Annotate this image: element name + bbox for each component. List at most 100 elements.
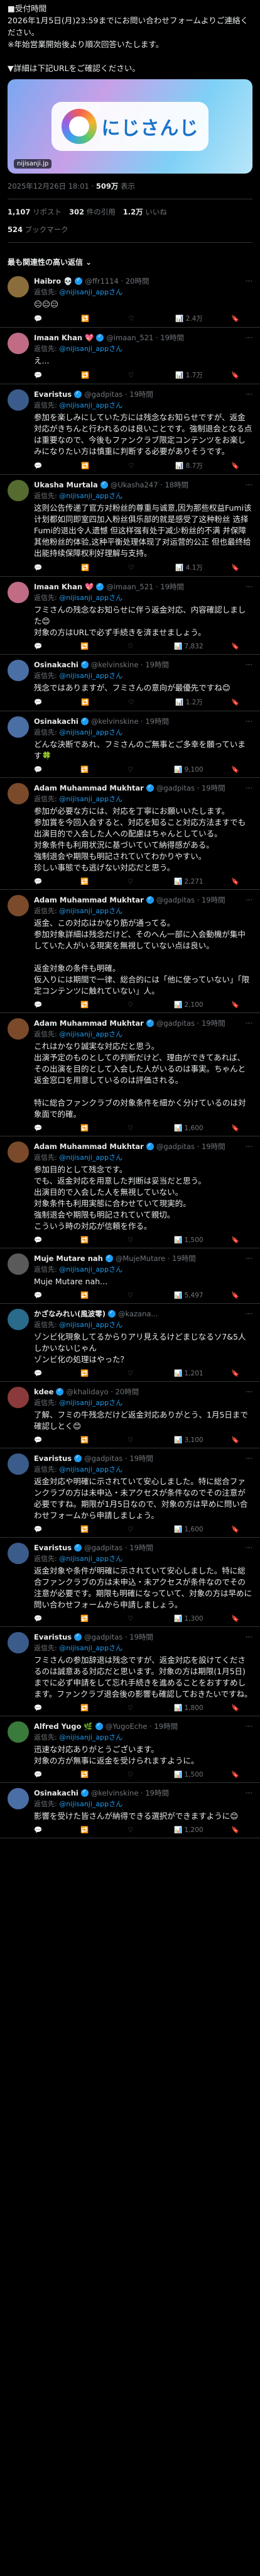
- reply-item[interactable]: Evaristus @gadpitas · 19時間 ··· 返信先: @nijisa…: [0, 1627, 260, 1716]
- reply-to-handle[interactable]: @nijisanji_appさん: [59, 1800, 122, 1808]
- views-icon[interactable]: 📊 2,271: [174, 877, 203, 886]
- avatar[interactable]: [8, 783, 29, 804]
- bookmark-icon[interactable]: 🔖: [231, 765, 250, 774]
- reply-item[interactable]: Ukasha Murtala @Ukasha247 · 18時間 ··· 返信先: @…: [0, 475, 260, 577]
- views-icon[interactable]: 📊 2,100: [174, 1001, 203, 1009]
- reply-icon[interactable]: 💬: [34, 563, 53, 572]
- repost-icon[interactable]: 🔁: [80, 1001, 99, 1009]
- views-icon[interactable]: 📊 1.7万: [175, 370, 203, 380]
- reply-icon[interactable]: 💬: [34, 1704, 53, 1712]
- like-icon[interactable]: ♡: [127, 1770, 146, 1779]
- bookmark-icon[interactable]: 🔖: [231, 461, 250, 470]
- bookmark-icon[interactable]: 🔖: [231, 1826, 250, 1834]
- avatar[interactable]: [8, 480, 29, 501]
- like-icon[interactable]: ♡: [128, 697, 147, 707]
- reply-item[interactable]: Evaristus @gadpitas · 19時間 ··· 返信先: @nijisa…: [0, 384, 260, 475]
- like-icon[interactable]: ♡: [128, 461, 147, 470]
- avatar[interactable]: [8, 389, 29, 411]
- author-name[interactable]: Osinakachi: [34, 717, 79, 726]
- stat-item[interactable]: 1,107 リポスト: [8, 207, 62, 217]
- bookmark-icon[interactable]: 🔖: [231, 370, 250, 380]
- reply-to-handle[interactable]: @nijisanji_appさん: [59, 1644, 122, 1652]
- attached-image[interactable]: にじさんじ nijisanji.jp: [8, 79, 252, 174]
- repost-icon[interactable]: 🔁: [80, 1770, 99, 1779]
- more-options-icon[interactable]: ···: [246, 1722, 252, 1731]
- repost-icon[interactable]: 🔁: [80, 1369, 99, 1377]
- reply-to-handle[interactable]: @nijisanji_appさん: [59, 1321, 122, 1329]
- views-icon[interactable]: 📊 1,600: [174, 1124, 203, 1132]
- bookmark-icon[interactable]: 🔖: [231, 1704, 250, 1712]
- repost-icon[interactable]: 🔁: [81, 697, 100, 707]
- repost-icon[interactable]: 🔁: [80, 1236, 99, 1244]
- reply-to-handle[interactable]: @nijisanji_appさん: [59, 401, 122, 409]
- reply-to-handle[interactable]: @nijisanji_appさん: [59, 288, 122, 296]
- reply-icon[interactable]: 💬: [34, 1525, 53, 1533]
- author-name[interactable]: kdee: [34, 1387, 53, 1396]
- reply-icon[interactable]: 💬: [34, 314, 53, 323]
- avatar[interactable]: [8, 276, 29, 297]
- reply-icon[interactable]: 💬: [34, 1436, 53, 1444]
- repost-icon[interactable]: 🔁: [80, 642, 99, 650]
- avatar[interactable]: [8, 1453, 29, 1475]
- bookmark-icon[interactable]: 🔖: [231, 1001, 250, 1009]
- more-options-icon[interactable]: ···: [246, 390, 252, 399]
- reply-to-handle[interactable]: @nijisanji_appさん: [59, 1265, 122, 1274]
- reply-item[interactable]: Adam Muhammad Mukhtar @gadpitas · 19時間 ···…: [0, 1136, 260, 1248]
- views-icon[interactable]: 📊 1,500: [174, 1770, 203, 1779]
- reply-to-handle[interactable]: @nijisanji_appさん: [59, 492, 122, 500]
- reply-item[interactable]: Haibro 💀 @ffr1114 · 20時間 ··· 返信先: @nijisanj…: [0, 271, 260, 328]
- more-options-icon[interactable]: ···: [246, 1019, 252, 1028]
- views-icon[interactable]: 📊 1,300: [174, 1614, 203, 1623]
- avatar[interactable]: [8, 1387, 29, 1408]
- author-name[interactable]: Evaristus: [34, 1543, 72, 1552]
- views-icon[interactable]: 📊 3,100: [174, 1436, 203, 1444]
- reply-to-handle[interactable]: @nijisanji_appさん: [59, 594, 122, 602]
- like-icon[interactable]: ♡: [127, 1614, 146, 1623]
- author-name[interactable]: Alfred Yugo 🌿: [34, 1722, 93, 1731]
- bookmark-icon[interactable]: 🔖: [231, 642, 250, 650]
- more-options-icon[interactable]: ···: [246, 784, 252, 792]
- like-icon[interactable]: ♡: [127, 1124, 146, 1132]
- bookmark-icon[interactable]: 🔖: [231, 314, 250, 323]
- more-options-icon[interactable]: ···: [246, 277, 252, 286]
- reply-item[interactable]: Alfred Yugo 🌿 @YugoEche · 19時間 ··· 返信先: @ni…: [0, 1716, 260, 1783]
- author-name[interactable]: Adam Muhammad Mukhtar: [34, 896, 144, 904]
- reply-item[interactable]: Adam Muhammad Mukhtar @gadpitas · 19時間 ···…: [0, 1013, 260, 1136]
- like-icon[interactable]: ♡: [127, 877, 146, 886]
- like-icon[interactable]: ♡: [127, 1291, 146, 1299]
- like-icon[interactable]: ♡: [127, 1525, 146, 1533]
- reply-icon[interactable]: 💬: [34, 1826, 53, 1834]
- like-icon[interactable]: ♡: [127, 1704, 146, 1712]
- repost-icon[interactable]: 🔁: [81, 370, 100, 380]
- reply-icon[interactable]: 💬: [34, 1291, 53, 1299]
- repost-icon[interactable]: 🔁: [80, 765, 99, 774]
- author-name[interactable]: Osinakachi: [34, 660, 79, 669]
- repost-icon[interactable]: 🔁: [80, 1614, 99, 1623]
- author-name[interactable]: Adam Muhammad Mukhtar: [34, 1019, 144, 1028]
- author-name[interactable]: かざなみれい(風波零): [34, 1309, 106, 1319]
- more-options-icon[interactable]: ···: [246, 1309, 252, 1318]
- more-options-icon[interactable]: ···: [246, 660, 252, 669]
- reply-icon[interactable]: 💬: [34, 642, 53, 650]
- avatar[interactable]: [8, 1253, 29, 1275]
- avatar[interactable]: [8, 333, 29, 354]
- reply-item[interactable]: Osinakachi @kelvinskine · 19時間 ··· 返信先: @ni…: [0, 655, 260, 711]
- reply-item[interactable]: Osinakachi @kelvinskine · 19時間 ··· 返信先: @ni…: [0, 711, 260, 778]
- views-icon[interactable]: 📊 1,200: [174, 1826, 203, 1834]
- author-name[interactable]: Imaan Khan 💖: [34, 582, 94, 591]
- reply-item[interactable]: Imaan Khan 💖 @imaan_521 · 19時間 ··· 返信先: @ni…: [0, 577, 260, 655]
- views-icon[interactable]: 📊 1,500: [174, 1236, 203, 1244]
- avatar[interactable]: [8, 660, 29, 681]
- avatar[interactable]: [8, 1141, 29, 1163]
- views-icon[interactable]: 📊 1,800: [174, 1704, 203, 1712]
- reply-icon[interactable]: 💬: [34, 1001, 53, 1009]
- bookmark-icon[interactable]: 🔖: [231, 1124, 250, 1132]
- stat-item[interactable]: 302 件の引用: [69, 207, 116, 217]
- bookmark-icon[interactable]: 🔖: [231, 1369, 250, 1377]
- reply-icon[interactable]: 💬: [34, 1124, 53, 1132]
- like-icon[interactable]: ♡: [127, 1001, 146, 1009]
- reply-icon[interactable]: 💬: [34, 877, 53, 886]
- reply-to-handle[interactable]: @nijisanji_appさん: [59, 907, 122, 915]
- reply-to-handle[interactable]: @nijisanji_appさん: [59, 345, 122, 353]
- views-icon[interactable]: 📊 1,600: [174, 1525, 203, 1533]
